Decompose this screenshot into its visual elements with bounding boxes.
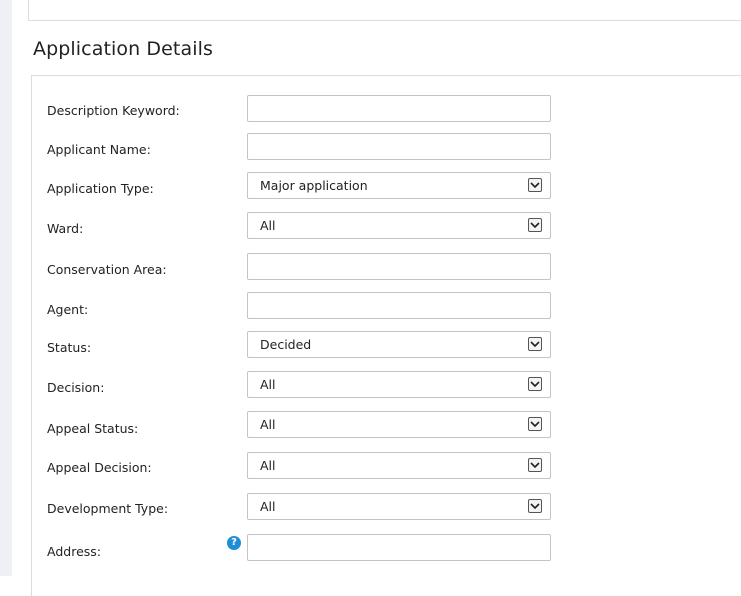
decision-select[interactable]: All bbox=[247, 371, 551, 398]
appeal-status-label: Appeal Status: bbox=[47, 421, 139, 436]
row-appeal-status: Appeal Status: All bbox=[0, 411, 741, 441]
row-decision: Decision: All bbox=[0, 371, 741, 401]
row-appeal-decision: Appeal Decision: All bbox=[0, 452, 741, 482]
chevron-down-icon[interactable] bbox=[528, 417, 542, 431]
description-keyword-label: Description Keyword: bbox=[47, 103, 180, 118]
application-type-label: Application Type: bbox=[47, 181, 154, 196]
agent-label: Agent: bbox=[47, 302, 89, 317]
agent-input[interactable] bbox=[247, 292, 551, 319]
row-application-type: Application Type: Major application bbox=[0, 172, 741, 202]
chevron-down-icon[interactable] bbox=[528, 337, 542, 351]
row-address: Address: bbox=[0, 534, 741, 564]
application-type-value: Major application bbox=[260, 178, 368, 193]
row-development-type: Development Type: All bbox=[0, 493, 741, 523]
help-icon[interactable]: ? bbox=[227, 536, 241, 550]
status-select[interactable]: Decided bbox=[247, 331, 551, 358]
conservation-area-label: Conservation Area: bbox=[47, 262, 167, 277]
row-conservation-area: Conservation Area: bbox=[0, 253, 741, 283]
ward-select[interactable]: All bbox=[247, 212, 551, 239]
address-label: Address: bbox=[47, 544, 101, 559]
appeal-decision-value: All bbox=[260, 458, 276, 473]
row-ward: Ward: All bbox=[0, 212, 741, 242]
address-input[interactable] bbox=[247, 534, 551, 561]
decision-value: All bbox=[260, 377, 276, 392]
appeal-status-select[interactable]: All bbox=[247, 411, 551, 438]
status-label: Status: bbox=[47, 340, 92, 355]
decision-label: Decision: bbox=[47, 380, 105, 395]
application-type-select[interactable]: Major application bbox=[247, 172, 551, 199]
applicant-name-label: Applicant Name: bbox=[47, 142, 151, 157]
left-rail bbox=[0, 0, 12, 576]
development-type-value: All bbox=[260, 499, 276, 514]
chevron-down-icon[interactable] bbox=[528, 377, 542, 391]
chevron-down-icon[interactable] bbox=[528, 218, 542, 232]
row-status: Status: Decided bbox=[0, 331, 741, 361]
row-description-keyword: Description Keyword: bbox=[0, 95, 741, 125]
row-applicant-name: Applicant Name: bbox=[0, 133, 741, 163]
ward-label: Ward: bbox=[47, 221, 84, 236]
development-type-label: Development Type: bbox=[47, 501, 169, 516]
appeal-decision-select[interactable]: All bbox=[247, 452, 551, 479]
chevron-down-icon[interactable] bbox=[528, 458, 542, 472]
applicant-name-input[interactable] bbox=[247, 133, 551, 160]
row-agent: Agent: bbox=[0, 292, 741, 322]
chevron-down-icon[interactable] bbox=[528, 499, 542, 513]
appeal-decision-label: Appeal Decision: bbox=[47, 460, 152, 475]
chevron-down-icon[interactable] bbox=[528, 178, 542, 192]
ward-value: All bbox=[260, 218, 276, 233]
status-value: Decided bbox=[260, 337, 312, 352]
description-keyword-input[interactable] bbox=[247, 95, 551, 122]
appeal-status-value: All bbox=[260, 417, 276, 432]
previous-section-panel bbox=[28, 0, 741, 21]
development-type-select[interactable]: All bbox=[247, 493, 551, 520]
conservation-area-input[interactable] bbox=[247, 253, 551, 280]
section-title: Application Details bbox=[33, 38, 213, 60]
